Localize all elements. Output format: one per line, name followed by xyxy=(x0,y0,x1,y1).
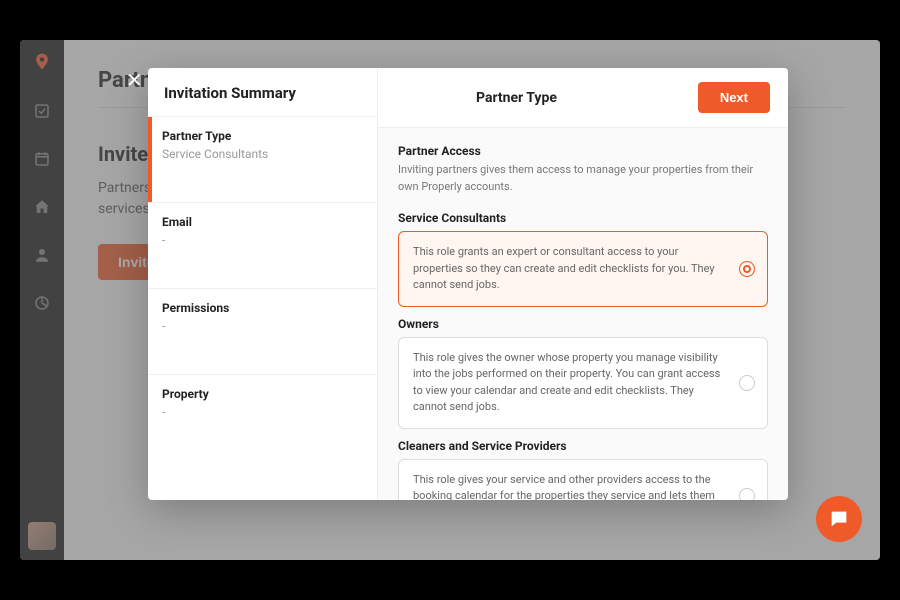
access-title: Partner Access xyxy=(398,144,768,158)
role-desc: This role gives the owner whose property… xyxy=(413,351,720,414)
next-button[interactable]: Next xyxy=(698,82,770,113)
chat-launcher[interactable] xyxy=(816,496,862,542)
step-value: - xyxy=(162,233,363,247)
step-email[interactable]: Email - xyxy=(148,202,377,288)
role-card-owners[interactable]: This role gives the owner whose property… xyxy=(398,337,768,429)
radio-icon xyxy=(739,261,755,277)
step-permissions[interactable]: Permissions - xyxy=(148,288,377,374)
step-value: - xyxy=(162,405,363,419)
role-title-consultants: Service Consultants xyxy=(398,211,768,225)
role-card-consultants[interactable]: This role grants an expert or consultant… xyxy=(398,231,768,307)
role-desc: This role gives your service and other p… xyxy=(413,473,715,501)
app-frame: Partners Invite Yo Partners can be clean… xyxy=(20,40,880,560)
step-property[interactable]: Property - xyxy=(148,374,377,460)
step-label: Partner Type xyxy=(162,129,363,143)
modal-title: Partner Type xyxy=(476,90,557,106)
modal-header: Partner Type Next xyxy=(378,68,788,128)
radio-icon xyxy=(739,488,755,500)
role-card-cleaners[interactable]: This role gives your service and other p… xyxy=(398,459,768,501)
step-value: - xyxy=(162,319,363,333)
modal-main: Partner Type Next Partner Access Invitin… xyxy=(378,68,788,500)
step-value: Service Consultants xyxy=(162,147,363,161)
modal-body: Partner Access Inviting partners gives t… xyxy=(378,128,788,500)
summary-panel: Invitation Summary Partner Type Service … xyxy=(148,68,378,500)
access-desc: Inviting partners gives them access to m… xyxy=(398,162,768,195)
role-title-owners: Owners xyxy=(398,317,768,331)
role-title-cleaners: Cleaners and Service Providers xyxy=(398,439,768,453)
summary-title: Invitation Summary xyxy=(148,68,377,116)
step-partner-type[interactable]: Partner Type Service Consultants xyxy=(148,116,377,202)
invite-modal: Invitation Summary Partner Type Service … xyxy=(148,68,788,500)
step-label: Email xyxy=(162,215,363,229)
step-label: Property xyxy=(162,387,363,401)
radio-icon xyxy=(739,375,755,391)
step-label: Permissions xyxy=(162,301,363,315)
close-icon[interactable]: ✕ xyxy=(126,68,143,92)
role-desc: This role grants an expert or consultant… xyxy=(413,245,715,291)
